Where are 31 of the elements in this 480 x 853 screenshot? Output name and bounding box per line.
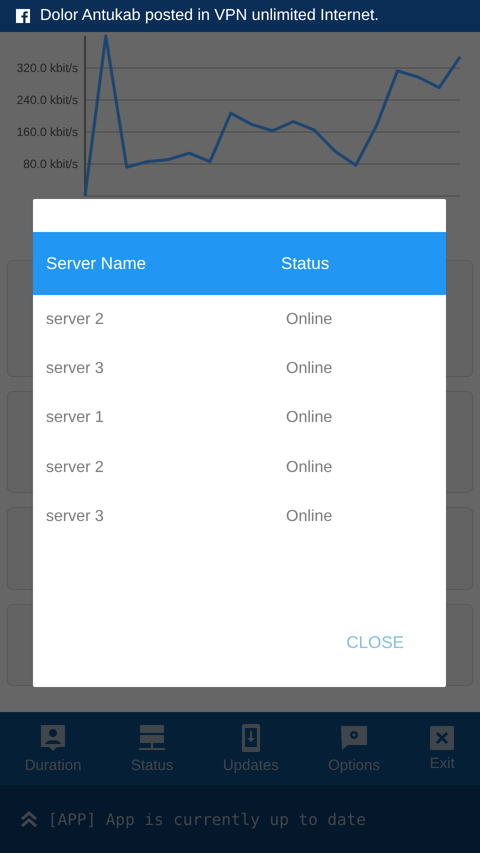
server-status: Online bbox=[286, 409, 334, 428]
nav-tab[interactable]: Duration bbox=[24, 723, 82, 774]
axis-label: 240.0 kbit/s bbox=[16, 93, 78, 107]
nav-tab[interactable]: Status bbox=[130, 723, 174, 774]
axis-label: 160.0 kbit/s bbox=[16, 125, 78, 139]
server-status: Online bbox=[286, 458, 334, 477]
status-message: [APP] App is currently up to date bbox=[48, 810, 366, 828]
server-status: Online bbox=[286, 360, 334, 378]
column-header: Status bbox=[281, 254, 330, 274]
person-icon bbox=[39, 723, 68, 753]
close-button[interactable]: CLOSE bbox=[340, 629, 410, 657]
server-name: server 1 bbox=[46, 409, 105, 428]
axis-label: 320.0 kbit/s bbox=[16, 61, 78, 75]
gear-chat-icon bbox=[338, 723, 369, 753]
server-name: server 2 bbox=[46, 310, 105, 329]
chevrons-up-icon bbox=[20, 810, 38, 828]
close-icon bbox=[429, 725, 456, 751]
server-name: server 2 bbox=[46, 458, 105, 477]
server-name: server 3 bbox=[46, 508, 105, 526]
nav-tab[interactable]: Updates bbox=[222, 723, 279, 774]
server-status: Online bbox=[286, 508, 334, 526]
notification-text: Dolor Antukab posted in VPN unlimited Internet. bbox=[40, 7, 379, 25]
server-status: Online bbox=[286, 310, 334, 329]
nav-tab[interactable]: Exit bbox=[429, 725, 456, 772]
column-header: Server Name bbox=[46, 254, 148, 274]
server-icon bbox=[137, 723, 168, 753]
nav-tab[interactable]: Options bbox=[328, 723, 380, 774]
phone-download-icon bbox=[240, 723, 262, 753]
facebook-icon bbox=[16, 9, 30, 23]
server-name: server 3 bbox=[46, 360, 105, 378]
axis-label: 80.0 kbit/s bbox=[23, 157, 78, 171]
